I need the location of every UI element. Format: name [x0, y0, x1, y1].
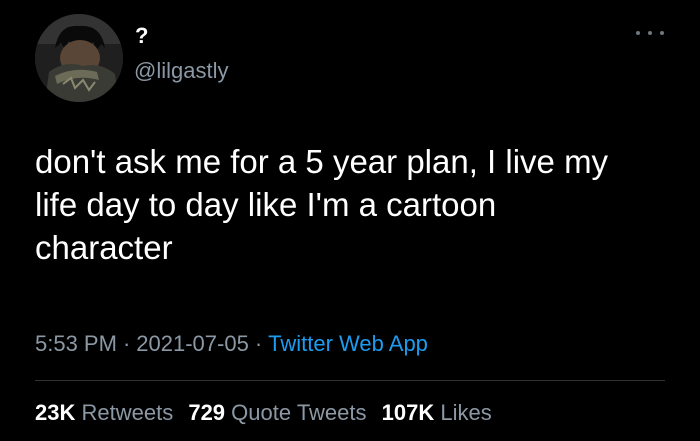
tweet-source-link[interactable]: Twitter Web App: [268, 331, 428, 356]
quote-tweets-label: Quote Tweets: [231, 400, 367, 425]
meta-separator: ·: [122, 331, 131, 356]
dot: [660, 31, 664, 35]
tweet-text: don't ask me for a 5 year plan, I live m…: [35, 143, 609, 266]
quote-tweets-count: 729: [188, 400, 226, 425]
dot: [648, 31, 652, 35]
quote-tweets-stat[interactable]: 729 Quote Tweets: [188, 400, 366, 425]
tweet-time[interactable]: 5:53 PM: [35, 331, 117, 356]
profile-photo-icon: [35, 14, 123, 102]
tweet-date[interactable]: 2021-07-05: [136, 331, 249, 356]
dot: [636, 31, 640, 35]
display-name[interactable]: ?: [135, 23, 148, 49]
retweets-count: 23K: [35, 400, 76, 425]
likes-label: Likes: [440, 400, 492, 425]
retweets-label: Retweets: [81, 400, 174, 425]
handle[interactable]: @lilgastly: [134, 58, 228, 84]
meta-separator: ·: [254, 331, 263, 356]
avatar[interactable]: [35, 14, 123, 102]
retweets-stat[interactable]: 23K Retweets: [35, 400, 173, 425]
more-dots-icon[interactable]: [636, 24, 664, 42]
tweet-card: ? @lilgastly don't ask me for a 5 year p…: [0, 0, 700, 441]
tweet-stats: 23K Retweets 729 Quote Tweets 107K Likes: [35, 399, 501, 427]
likes-count: 107K: [381, 400, 435, 425]
likes-stat[interactable]: 107K Likes: [382, 400, 492, 425]
divider: [35, 380, 665, 381]
tweet-meta: 5:53 PM · 2021-07-05 · Twitter Web App: [35, 330, 428, 358]
